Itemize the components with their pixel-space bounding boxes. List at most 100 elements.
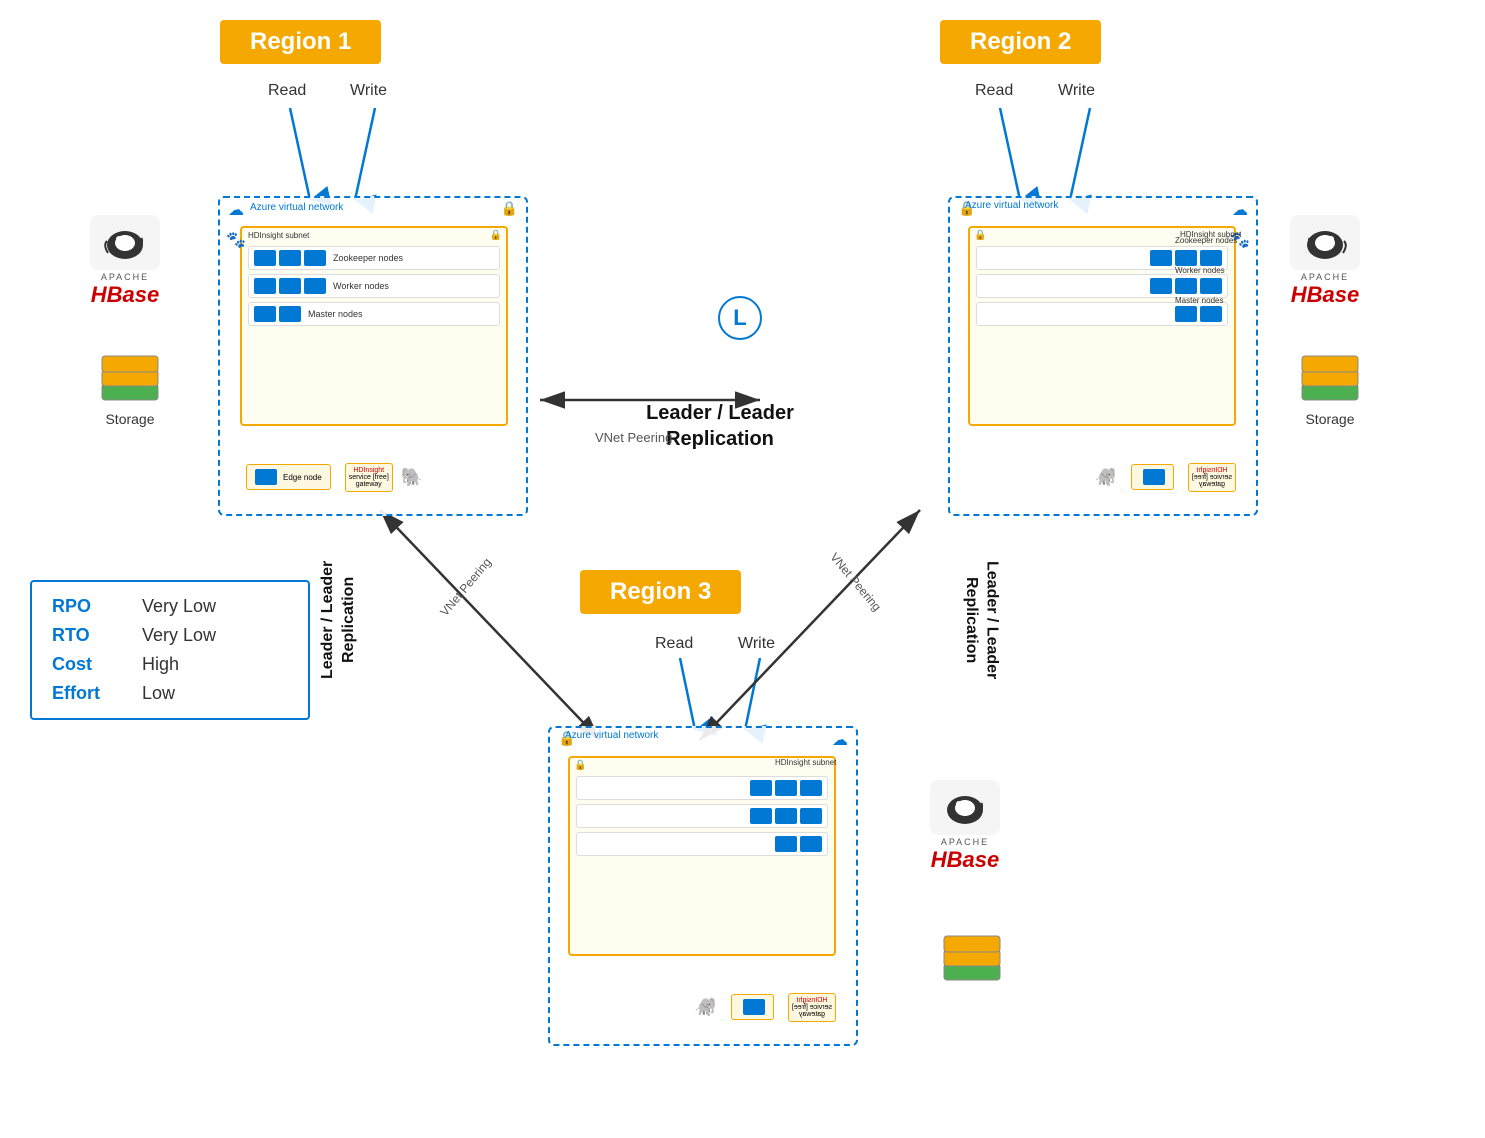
main-container: { "regions": { "region1": { "label": "Re…: [0, 0, 1485, 1138]
storage-region3: [942, 930, 1002, 987]
region3-cluster: ☁ 🔒 🔒 HDInsight service [free] gateway 🐘: [548, 726, 858, 1046]
region1-ms-icon1: [254, 306, 276, 322]
region2-azure-label: Azure virtual network: [965, 200, 1058, 211]
region3-ms-icon2: [775, 836, 797, 852]
region1-cluster: Azure virtual network ☁ 🔒 HDInsight subn…: [218, 196, 528, 516]
region3-write-label: Write: [738, 635, 775, 653]
legend-rpo-value: Very Low: [142, 596, 216, 617]
region1-ms-label: Master nodes: [308, 309, 363, 319]
region3-edge-area: HDInsight service [free] gateway 🐘: [695, 990, 837, 1024]
region2-edge-row: [1131, 464, 1174, 490]
region1-write-label: Write: [350, 82, 387, 100]
region1-worker-row: Worker nodes: [248, 274, 500, 298]
region1-lock-icon: 🔒: [501, 200, 518, 217]
storage-region2: Storage: [1300, 350, 1360, 427]
region2-badge: Region 2: [940, 20, 1101, 64]
legend-rpo-row: RPO Very Low: [52, 596, 288, 617]
hbase-logo-region2: APACHE HBase: [1290, 215, 1360, 308]
region1-edge-area: Edge node HDInsight service [free] gatew…: [240, 460, 423, 494]
region1-master-row: Master nodes: [248, 302, 500, 326]
region2-wk-label: Worker nodes: [1175, 266, 1225, 275]
region2-wk-icon2: [1175, 278, 1197, 294]
region3-subnet-lock: 🔒: [574, 760, 586, 771]
hbase-logo-region1: APACHE HBase: [90, 215, 160, 308]
region3-read-label: Read: [655, 635, 693, 653]
storage-label-r1: Storage: [100, 411, 160, 427]
region1-hdinsight-label: HDInsight subnet: [248, 231, 309, 240]
region1-edge-icon: [255, 469, 277, 485]
region1-wk-icon1: [254, 278, 276, 294]
storage-label-r2: Storage: [1300, 411, 1360, 427]
region2-ms-icon1: [1200, 306, 1222, 322]
hbase-name-r1: HBase: [90, 282, 160, 308]
region3-wk-icon3: [750, 808, 772, 824]
region3-subnet: 🔒: [568, 756, 836, 956]
region2-zk-icon3: [1150, 250, 1172, 266]
region2-master-row: [976, 302, 1228, 326]
region2-subnet-lock: 🔒: [974, 230, 986, 241]
region1-wk-label: Worker nodes: [333, 281, 389, 291]
legend-effort-value: Low: [142, 683, 175, 704]
hbase-apache-r3: APACHE: [930, 837, 1000, 847]
legend-rto-row: RTO Very Low: [52, 625, 288, 646]
region3-hdinsight-label: HDInsight subnet: [775, 758, 836, 767]
storage-stack-svg-r2: [1300, 350, 1360, 402]
hbase-name-r2: HBase: [1290, 282, 1360, 308]
region2-zk-icon2: [1175, 250, 1197, 266]
region1-edge-row: Edge node: [246, 464, 331, 490]
region1-read-label: Read: [268, 82, 306, 100]
region2-hadoop-icon: 🐘: [1095, 467, 1117, 488]
region1-bear-icon: 🐾: [226, 230, 246, 250]
region3-gateway: HDInsight service [free] gateway: [788, 993, 836, 1022]
region2-read-label: Read: [975, 82, 1013, 100]
center-vnet-label: VNet Peering: [595, 430, 672, 445]
region1-hadoop-icon: 🐘: [401, 467, 423, 488]
right-vnet-label: VNet Peering: [827, 550, 884, 614]
region2-subnet: 🔒: [968, 226, 1236, 426]
region3-badge: Region 3: [580, 570, 741, 614]
region3-edge-icon: [743, 999, 765, 1015]
legend-cost-value: High: [142, 654, 179, 675]
region1-zk-label: Zookeeper nodes: [333, 253, 403, 263]
region2-zk-icon1: [1200, 250, 1222, 266]
region3-zookeeper-row: [576, 776, 828, 800]
region1-ms-icon2: [279, 306, 301, 322]
storage-stack-svg-r3: [942, 930, 1002, 982]
hbase-apache-r1: APACHE: [90, 272, 160, 282]
circle-l-symbol: L: [718, 296, 762, 340]
hbase-apache-r2: APACHE: [1290, 272, 1360, 282]
region2-zk-label: Zookeeper nodes: [1175, 236, 1237, 245]
region1-wk-icon3: [304, 278, 326, 294]
region1-badge: Region 1: [220, 20, 381, 64]
legend-cost-row: Cost High: [52, 654, 288, 675]
region1-zk-icon1: [254, 250, 276, 266]
region3-wk-icon1: [800, 808, 822, 824]
region2-gateway: HDInsight service [free] gateway: [1188, 463, 1236, 492]
region1-zk-icon3: [304, 250, 326, 266]
legend-effort-label: Effort: [52, 683, 122, 704]
region1-wk-icon2: [279, 278, 301, 294]
hbase-orca-r2: [1290, 215, 1360, 270]
region2-ms-label: Master nodes: [1175, 296, 1223, 305]
region3-master-row: [576, 832, 828, 856]
right-replication-label: Leader / LeaderReplication: [960, 520, 1002, 720]
region1-edge-label: Edge node: [283, 473, 322, 482]
region1-subnet: HDInsight subnet 🔒 Zookeeper nodes Worke…: [240, 226, 508, 426]
hbase-orca-r3: [930, 780, 1000, 835]
region3-zk-icon3: [750, 780, 772, 796]
hbase-name-r3: HBase: [930, 847, 1000, 873]
left-vnet-label: VNet Peering: [437, 555, 494, 619]
region3-wk-icon2: [775, 808, 797, 824]
region1-subnet-lock: 🔒: [490, 230, 502, 241]
region2-wk-icon1: [1200, 278, 1222, 294]
region3-zk-icon2: [775, 780, 797, 796]
region2-edge-area: HDInsight service [free] gateway 🐘: [1095, 460, 1237, 494]
region2-worker-row: [976, 274, 1228, 298]
region1-cloud-icon: ☁: [228, 200, 244, 220]
legend-rto-label: RTO: [52, 625, 122, 646]
region3-azure-label: Azure virtual network: [565, 730, 658, 741]
region2-edge-icon: [1143, 469, 1165, 485]
region2-cloud-icon: ☁: [1232, 200, 1248, 220]
hbase-orca-r1: [90, 215, 160, 270]
storage-stack-svg-r1: [100, 350, 160, 402]
